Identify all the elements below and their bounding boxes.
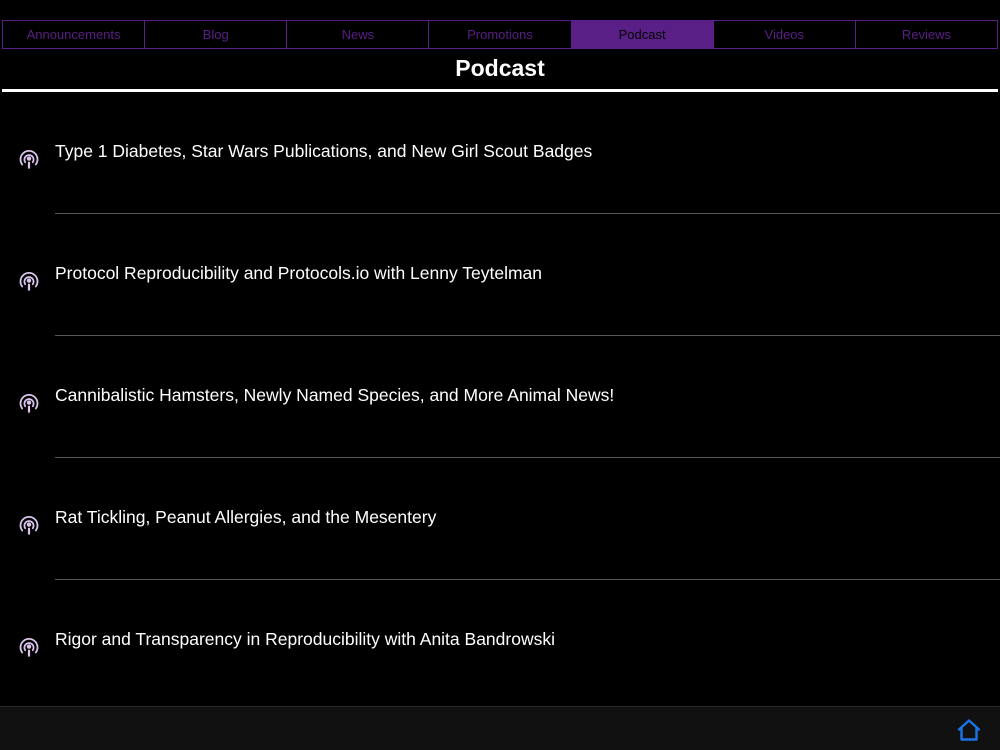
tab-videos[interactable]: Videos: [712, 20, 856, 49]
page-title: Podcast: [455, 55, 545, 81]
list-item[interactable]: Rigor and Transparency in Reproducibilit…: [0, 580, 1000, 702]
tab-reviews[interactable]: Reviews: [854, 20, 998, 49]
tab-blog[interactable]: Blog: [144, 20, 288, 49]
tab-announcements[interactable]: Announcements: [2, 20, 146, 49]
podcast-icon: [19, 150, 39, 169]
episode-title: Rat Tickling, Peanut Allergies, and the …: [55, 507, 437, 527]
episode-title: Type 1 Diabetes, Star Wars Publications,…: [55, 141, 593, 161]
list-item[interactable]: Rat Tickling, Peanut Allergies, and the …: [0, 458, 1000, 580]
home-icon[interactable]: [956, 718, 982, 742]
podcast-icon: [19, 516, 39, 535]
podcast-icon: [19, 272, 39, 291]
tab-podcast[interactable]: Podcast: [570, 20, 714, 49]
list-item[interactable]: Protocol Reproducibility and Protocols.i…: [0, 214, 1000, 336]
podcast-icon: [19, 638, 39, 657]
episode-title: Cannibalistic Hamsters, Newly Named Spec…: [55, 385, 615, 405]
tab-bar: Announcements Blog News Promotions Podca…: [0, 20, 1000, 49]
tab-promotions[interactable]: Promotions: [428, 20, 572, 49]
episode-list: Type 1 Diabetes, Star Wars Publications,…: [0, 92, 1000, 702]
episode-title: Rigor and Transparency in Reproducibilit…: [55, 629, 555, 649]
list-item[interactable]: Cannibalistic Hamsters, Newly Named Spec…: [0, 336, 1000, 458]
podcast-icon: [19, 394, 39, 413]
episode-title: Protocol Reproducibility and Protocols.i…: [55, 263, 543, 283]
tab-news[interactable]: News: [286, 20, 430, 49]
bottom-toolbar: [0, 706, 1000, 750]
list-item[interactable]: Type 1 Diabetes, Star Wars Publications,…: [0, 92, 1000, 214]
